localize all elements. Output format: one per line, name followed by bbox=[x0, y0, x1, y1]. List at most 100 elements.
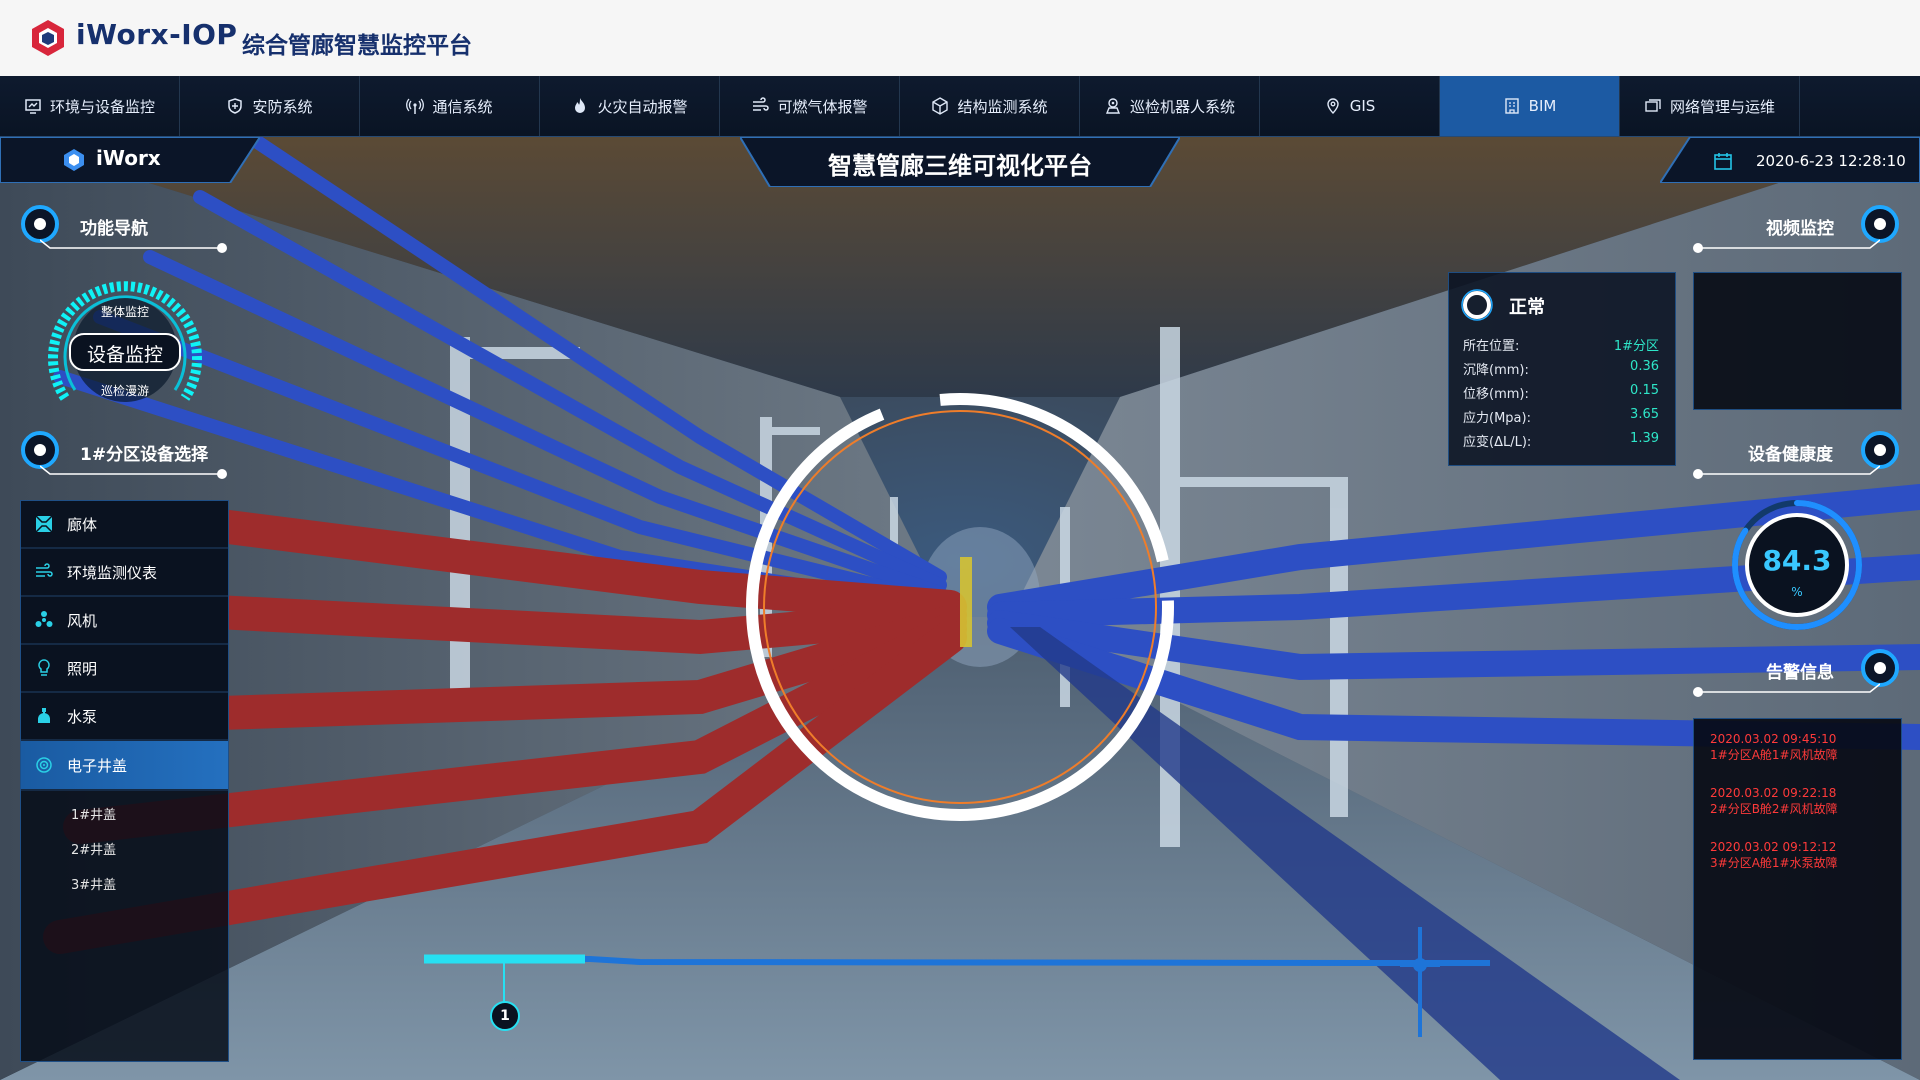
nav-fire-alarm[interactable]: 火灾自动报警 bbox=[540, 76, 720, 136]
subitem-manhole-2[interactable]: 2#井盖 bbox=[71, 839, 116, 858]
nav-label: 通信系统 bbox=[432, 97, 493, 116]
health-value: 84.3 bbox=[1762, 544, 1832, 577]
section-select-title: 1#分区设备选择 bbox=[80, 445, 209, 465]
alarm-item[interactable]: 2020.03.02 09:12:12 3#分区A舱1#水泵故障 bbox=[1710, 839, 1838, 871]
nav-label: GIS bbox=[1349, 97, 1376, 115]
nav-label: 网络管理与运维 bbox=[1669, 97, 1775, 116]
header-logo-text: iWorx bbox=[96, 146, 161, 170]
brand-name: iWorx-IOP bbox=[76, 18, 238, 51]
manhole-icon bbox=[36, 757, 52, 773]
building-icon bbox=[1504, 98, 1519, 114]
status-value: 0.15 bbox=[1630, 383, 1659, 398]
route-marker[interactable]: 1 bbox=[490, 1001, 520, 1031]
video-feed[interactable] bbox=[1693, 272, 1902, 410]
title-underline bbox=[40, 239, 227, 253]
menu-item-pump[interactable]: 水泵 bbox=[21, 693, 228, 741]
main-nav: 环境与设备监控 安防系统 通信系统 火灾自动报警 可燃气体报警 结构监测系统 巡… bbox=[0, 76, 1920, 137]
menu-item-lighting[interactable]: 照明 bbox=[21, 645, 228, 693]
nav-label: 可燃气体报警 bbox=[777, 97, 868, 116]
status-value: 0.36 bbox=[1630, 359, 1659, 374]
title-underline bbox=[1693, 239, 1880, 253]
structure-status-panel: 正常 所在位置: 1#分区 沉降(mm): 0.36 位移(mm): 0.15 应力(… bbox=[1448, 272, 1676, 466]
cube-icon bbox=[932, 97, 949, 115]
cube-logo-icon bbox=[64, 149, 84, 171]
map-pin-icon bbox=[1327, 98, 1339, 114]
monitor-icon bbox=[25, 99, 41, 114]
device-menu: 廊体 环境监测仪表 风机 照明 水泵 电子井盖 1#井盖 2#井盖 3#井盖 bbox=[20, 500, 229, 1062]
nav-robot-inspection[interactable]: 巡检机器人系统 bbox=[1080, 76, 1260, 136]
wind-lines-icon bbox=[36, 563, 53, 577]
status-label: 沉降(mm): bbox=[1463, 363, 1529, 378]
nav-communication[interactable]: 通信系统 bbox=[360, 76, 540, 136]
alarm-time: 2020.03.02 09:22:18 bbox=[1710, 786, 1837, 800]
status-value: 1#分区 bbox=[1613, 339, 1659, 354]
dial-bottom-option[interactable]: 巡检漫游 bbox=[40, 382, 210, 399]
menu-item-fan[interactable]: 风机 bbox=[21, 597, 228, 645]
status-label: 应力(Mpa): bbox=[1463, 411, 1531, 426]
nav-label: 火灾自动报警 bbox=[597, 97, 688, 116]
health-unit: % bbox=[1791, 585, 1803, 599]
calendar-icon bbox=[1714, 153, 1732, 170]
bulb-icon bbox=[38, 659, 50, 676]
alarm-time: 2020.03.02 09:45:10 bbox=[1710, 732, 1837, 746]
robot-icon bbox=[1105, 98, 1121, 114]
status-row-displacement: 位移(mm): 0.15 bbox=[1463, 383, 1659, 402]
pump-icon bbox=[38, 708, 50, 723]
status-value: 1.39 bbox=[1630, 431, 1659, 446]
menu-label: 环境监测仪表 bbox=[67, 563, 158, 582]
menu-item-corridor[interactable]: 廊体 bbox=[21, 501, 228, 549]
alarm-title: 告警信息 bbox=[1766, 663, 1834, 683]
nav-gas-alarm[interactable]: 可燃气体报警 bbox=[720, 76, 900, 136]
fan-icon bbox=[35, 611, 53, 627]
status-label: 位移(mm): bbox=[1463, 387, 1529, 402]
alarm-list: 2020.03.02 09:45:10 1#分区A舱1#风机故障 2020.03… bbox=[1693, 718, 1902, 1060]
title-underline bbox=[1693, 465, 1880, 479]
subitem-manhole-3[interactable]: 3#井盖 bbox=[71, 874, 116, 893]
status-row-location: 所在位置: 1#分区 bbox=[1463, 335, 1659, 354]
alarm-item[interactable]: 2020.03.02 09:45:10 1#分区A舱1#风机故障 bbox=[1710, 731, 1838, 763]
nav-label: 安防系统 bbox=[252, 97, 313, 116]
corridor-icon bbox=[35, 515, 53, 533]
menu-label: 照明 bbox=[67, 659, 98, 678]
nav-env-monitoring[interactable]: 环境与设备监控 bbox=[0, 76, 180, 136]
menu-item-manhole[interactable]: 电子井盖 bbox=[21, 741, 228, 791]
subitem-manhole-1[interactable]: 1#井盖 bbox=[71, 804, 116, 823]
dial-center-option[interactable]: 设备监控 bbox=[40, 340, 210, 367]
alarm-text: 1#分区A舱1#风机故障 bbox=[1710, 748, 1838, 762]
gas-icon bbox=[753, 97, 770, 111]
menu-label: 电子井盖 bbox=[67, 756, 128, 775]
nav-security[interactable]: 安防系统 bbox=[180, 76, 360, 136]
nav-label: BIM bbox=[1528, 97, 1557, 115]
alarm-time: 2020.03.02 09:12:12 bbox=[1710, 840, 1837, 854]
video-monitor-title: 视频监控 bbox=[1766, 219, 1834, 239]
status-row-stress: 应力(Mpa): 3.65 bbox=[1463, 407, 1659, 426]
platform-title: 智慧管廊三维可视化平台 bbox=[828, 152, 1092, 180]
status-label: 所在位置: bbox=[1463, 339, 1520, 354]
nav-bim[interactable]: BIM bbox=[1440, 76, 1620, 136]
nav-structure-monitoring[interactable]: 结构监测系统 bbox=[900, 76, 1080, 136]
menu-label: 风机 bbox=[67, 611, 98, 630]
status-label: 应变(ΔL/L): bbox=[1463, 435, 1532, 450]
app-subtitle: 综合管廊智慧监控平台 bbox=[242, 33, 472, 59]
menu-label: 廊体 bbox=[67, 515, 98, 534]
alarm-text: 3#分区A舱1#水泵故障 bbox=[1710, 856, 1838, 870]
title-underline bbox=[1693, 683, 1880, 697]
nav-label: 环境与设备监控 bbox=[49, 97, 155, 116]
nav-gis[interactable]: GIS bbox=[1260, 76, 1440, 136]
menu-item-env-meter[interactable]: 环境监测仪表 bbox=[21, 549, 228, 597]
title-underline bbox=[40, 465, 227, 479]
status-ring-icon bbox=[1461, 289, 1493, 321]
nav-label: 巡检机器人系统 bbox=[1129, 97, 1235, 116]
shield-icon bbox=[228, 98, 243, 114]
status-state: 正常 bbox=[1509, 297, 1545, 318]
title-bar: iWorx-IOP 综合管廊智慧监控平台 bbox=[0, 0, 1920, 76]
dial-top-option[interactable]: 整体监控 bbox=[40, 303, 210, 320]
status-row-strain: 应变(ΔL/L): 1.39 bbox=[1463, 431, 1659, 450]
alarm-item[interactable]: 2020.03.02 09:22:18 2#分区B舱2#风机故障 bbox=[1710, 785, 1838, 817]
datetime: 2020-6-23 12:28:10 bbox=[1756, 152, 1906, 170]
fire-icon bbox=[575, 98, 586, 113]
network-icon bbox=[1645, 99, 1661, 112]
nav-network-ops[interactable]: 网络管理与运维 bbox=[1620, 76, 1800, 136]
alarm-text: 2#分区B舱2#风机故障 bbox=[1710, 802, 1838, 816]
nav-label: 结构监测系统 bbox=[957, 97, 1048, 116]
